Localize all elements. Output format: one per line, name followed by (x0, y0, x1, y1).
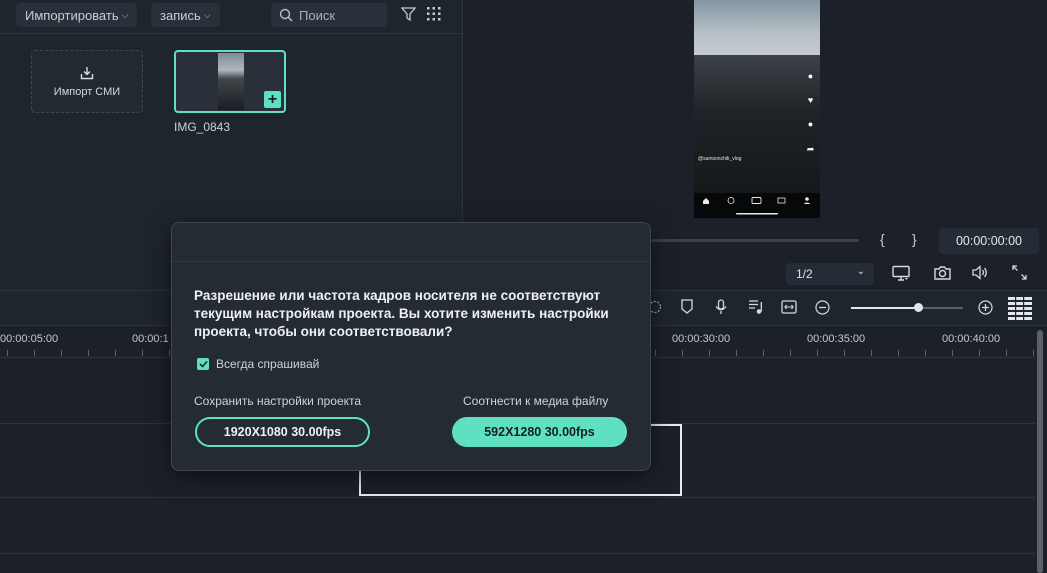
timeline-zoom-slider[interactable] (851, 303, 963, 312)
ruler-tick-label: 00:00:35:00 (807, 333, 866, 345)
record-label: запись (160, 7, 201, 23)
timeline-track[interactable] (0, 498, 1035, 554)
ruler-tick (142, 350, 143, 356)
zoom-out-icon[interactable] (815, 300, 830, 315)
ruler-tick (925, 350, 926, 356)
clip-thumbnail (218, 53, 244, 110)
video-nav-icons (703, 197, 811, 215)
playback-progress-bar[interactable] (651, 239, 859, 242)
search-placeholder: Поиск (299, 7, 336, 23)
preview-quality-select[interactable]: 1/2 ⌄ (786, 263, 874, 285)
always-ask-checkbox-row[interactable]: Всегда спрашивай (197, 357, 319, 371)
add-to-timeline-icon[interactable]: + (264, 91, 281, 108)
like-icon: ♥ (807, 95, 814, 105)
ruler-tick-label: 00:00:05:00 (0, 333, 59, 345)
ruler-tick (88, 350, 89, 356)
match-media-button[interactable]: 592X1280 30.00fps (452, 417, 627, 447)
keep-settings-label: Сохранить настройки проекта (194, 394, 362, 408)
fit-timeline-icon[interactable] (781, 300, 797, 314)
project-settings-dialog: Разрешение или частота кадров носителя н… (171, 222, 651, 471)
avatar: ● (807, 71, 814, 81)
share-icon: ➦ (806, 144, 815, 154)
zoom-slider-fill (851, 307, 917, 309)
zoom-slider-knob[interactable] (914, 303, 923, 312)
microphone-icon[interactable] (715, 299, 727, 315)
ruler-tick (34, 350, 35, 356)
track-height-icon[interactable] (1008, 296, 1032, 320)
clip-name: IMG_0843 (174, 120, 231, 134)
zoom-in-icon[interactable] (978, 300, 993, 315)
search-icon (279, 8, 293, 22)
import-media-label: Импорт СМИ (53, 85, 121, 98)
always-ask-label: Всегда спрашивай (216, 357, 320, 371)
mark-in-button[interactable]: { (880, 231, 885, 247)
ruler-tick (790, 350, 791, 356)
timecode-display: 00:00:00:00 (939, 228, 1039, 254)
ruler-tick (1006, 350, 1007, 356)
ruler-tick (736, 350, 737, 356)
ruler-tick-label: 00:00:40:00 (942, 333, 1001, 345)
preview-video-frame[interactable]: ● ♥ ● ➦ @samsonchik_vlog (694, 0, 820, 218)
video-road-scene (694, 0, 820, 55)
ruler-tick (115, 350, 116, 356)
timeline-scrollbar[interactable] (1037, 330, 1043, 573)
filter-icon[interactable] (401, 7, 416, 22)
video-handle: @samsonchik_vlog (698, 156, 742, 162)
chevron-down-icon: ⌄ (856, 266, 865, 277)
keep-project-settings-button[interactable]: 1920X1080 30.00fps (195, 417, 370, 447)
video-nav-bar (694, 193, 820, 218)
checkmark-icon (198, 360, 208, 368)
ruler-tick (898, 350, 899, 356)
mark-out-button[interactable]: } (912, 231, 917, 247)
grid-view-icon[interactable] (427, 7, 441, 21)
ruler-tick (655, 350, 656, 356)
record-dropdown-button[interactable]: запись ⌵ (151, 3, 220, 27)
ruler-tick (169, 350, 170, 356)
ruler-tick (1033, 350, 1034, 356)
comment-icon: ● (807, 119, 814, 129)
ruler-tick (871, 350, 872, 356)
volume-icon[interactable] (972, 265, 988, 280)
match-media-label: Соотнести к медиа файлу (463, 394, 609, 408)
marker-icon[interactable] (681, 299, 693, 314)
chevron-down-icon: ⌵ (121, 9, 129, 20)
import-dropdown-button[interactable]: Импортировать ⌵ (16, 3, 138, 27)
chevron-down-icon: ⌵ (203, 9, 211, 20)
media-clip-tile[interactable]: + (174, 50, 286, 113)
video-dashboard-scene (694, 55, 820, 193)
ruler-tick (709, 350, 710, 356)
ruler-tick (844, 350, 845, 356)
fullscreen-icon[interactable] (1012, 265, 1027, 280)
import-media-tile[interactable]: Импорт СМИ (31, 50, 143, 113)
import-label: Импортировать (25, 7, 119, 23)
audio-mix-icon[interactable] (748, 299, 763, 315)
ruler-tick (817, 350, 818, 356)
ruler-tick (763, 350, 764, 356)
media-toolbar: Импортировать ⌵ запись ⌵ Поиск (0, 0, 463, 34)
video-editor: Импортировать ⌵ запись ⌵ Поиск Импорт СМ… (0, 0, 1047, 573)
preview-quality-value: 1/2 (796, 267, 813, 281)
ruler-tick (682, 350, 683, 356)
ruler-tick (61, 350, 62, 356)
dialog-header (172, 223, 650, 262)
ruler-tick (979, 350, 980, 356)
import-icon (80, 66, 94, 79)
ruler-tick (952, 350, 953, 356)
search-input[interactable]: Поиск (271, 3, 387, 27)
ruler-tick (7, 350, 8, 356)
ruler-tick-label: 00:00:1 (132, 333, 169, 345)
dialog-message: Разрешение или частота кадров носителя н… (194, 288, 609, 339)
ruler-tick-label: 00:00:30:00 (672, 333, 731, 345)
monitor-icon[interactable] (892, 265, 910, 281)
camera-icon[interactable] (934, 265, 951, 280)
always-ask-checkbox[interactable] (197, 358, 209, 370)
